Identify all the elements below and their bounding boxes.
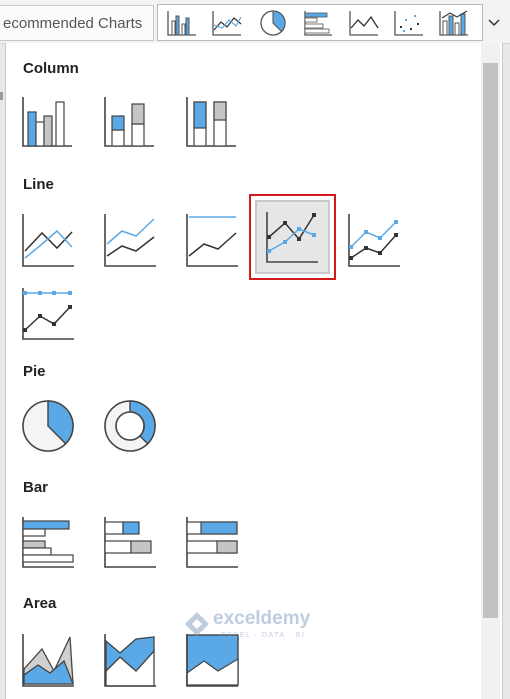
section-title-pie: Pie (23, 363, 46, 380)
stacked-line-option[interactable] (102, 211, 158, 267)
sheet-edge-mark (0, 92, 3, 100)
scatter-chart-icon[interactable] (392, 8, 426, 38)
section-title-area: Area (23, 595, 57, 612)
bar-chart-icon[interactable] (301, 8, 335, 38)
pie-option[interactable] (20, 398, 76, 454)
section-title-line: Line (23, 176, 54, 193)
100-stacked-column-option[interactable] (184, 94, 240, 150)
100-stacked-line-option[interactable] (184, 211, 240, 267)
gallery-dropdown-button[interactable] (482, 4, 504, 41)
chart-gallery-strip (157, 4, 504, 41)
stacked-column-option[interactable] (102, 94, 158, 150)
chart-types-dropdown: Column Line Pie Bar Area (5, 43, 503, 699)
column-chart-icon[interactable] (165, 8, 199, 38)
section-title-bar: Bar (23, 479, 49, 496)
watermark-subtitle: EXCEL · DATA · BI (221, 632, 306, 639)
stacked-bar-option[interactable] (102, 514, 158, 570)
scrollbar-thumb[interactable] (483, 63, 498, 618)
watermark-title: exceldemy (213, 608, 311, 629)
pie-chart-icon[interactable] (256, 8, 290, 38)
combo-chart-icon[interactable] (437, 8, 471, 38)
exceldemy-logo-icon (185, 612, 209, 636)
stacked-area-option[interactable] (102, 631, 158, 687)
area-chart-icon[interactable] (347, 8, 381, 38)
100-stacked-bar-option[interactable] (184, 514, 240, 570)
exceldemy-watermark: exceldemy EXCEL · DATA · BI (183, 606, 333, 648)
recommended-charts-button[interactable]: ecommended Charts (0, 5, 154, 41)
line-option[interactable] (20, 211, 76, 267)
chevron-down-icon (487, 18, 500, 26)
doughnut-option[interactable] (102, 398, 158, 454)
stacked-line-with-markers-option[interactable] (346, 211, 402, 267)
line-with-markers-option[interactable] (264, 209, 320, 265)
line-chart-icon[interactable] (210, 8, 244, 38)
area-option[interactable] (20, 631, 76, 687)
100-stacked-line-with-markers-option[interactable] (20, 285, 76, 341)
clustered-bar-option[interactable] (20, 514, 76, 570)
clustered-column-option[interactable] (20, 94, 76, 150)
section-title-column: Column (23, 60, 79, 77)
